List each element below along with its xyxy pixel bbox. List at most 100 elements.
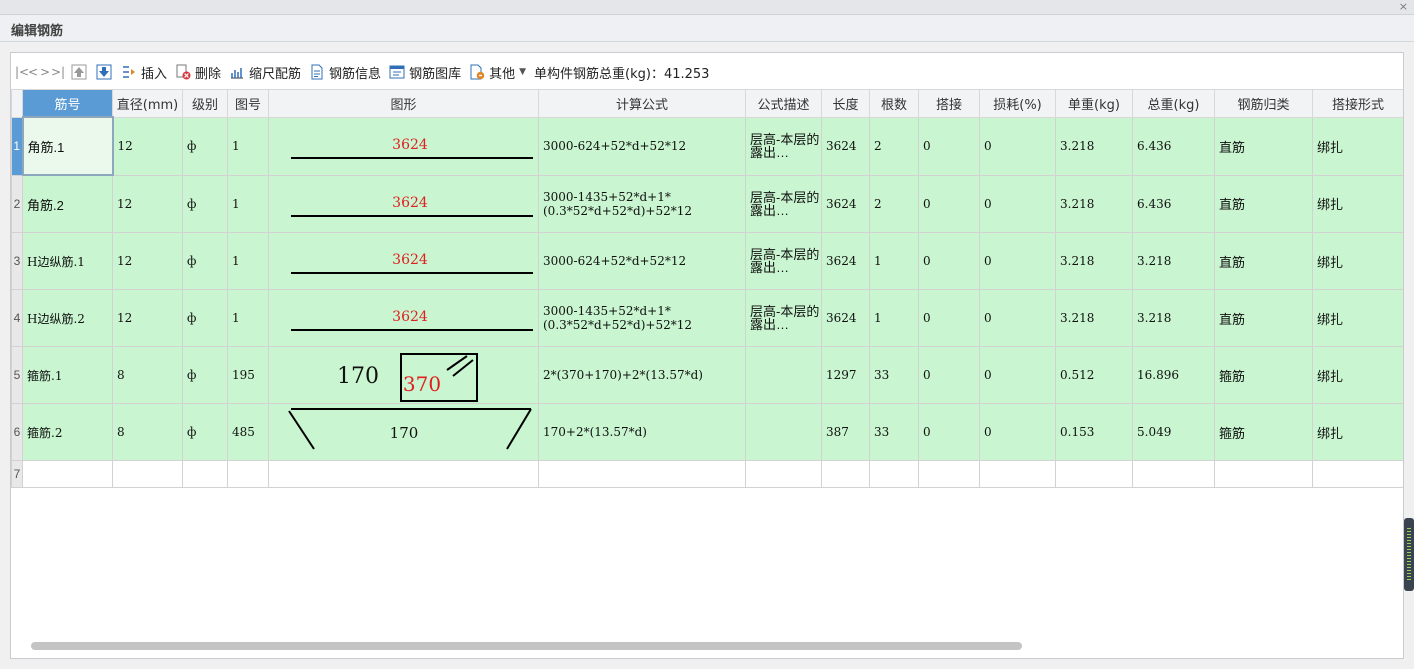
cell-category[interactable]: 直筋 [1214,232,1313,290]
cell-category[interactable]: 直筋 [1214,116,1313,176]
table-row-empty[interactable]: 7 [11,460,1403,488]
col-header-formula-desc[interactable]: 公式描述 [745,89,822,118]
up-arrow-icon[interactable] [71,64,87,80]
empty-cell[interactable] [1132,460,1215,488]
cell-length[interactable]: 3624 [821,289,870,347]
cell-shape[interactable]: 170 370 [268,346,539,404]
cell-figure-no[interactable]: 1 [227,174,269,233]
cell-shape[interactable]: 3624 [268,174,539,233]
col-header-bar-number[interactable]: 筋号 [22,89,113,118]
cell-total-weight[interactable]: 16.896 [1132,346,1215,404]
cell-total-weight[interactable]: 6.436 [1132,116,1215,176]
col-header-diameter[interactable]: 直径(mm) [112,89,183,118]
empty-cell[interactable] [821,460,870,488]
cell-formula-desc[interactable]: 层高-本层的露出… [745,232,822,290]
empty-cell[interactable] [538,460,746,488]
cell-count[interactable]: 1 [869,232,919,290]
row-number[interactable]: 7 [11,460,23,488]
empty-cell[interactable] [1055,460,1133,488]
cell-figure-no[interactable]: 485 [227,403,269,461]
cell-formula-desc[interactable] [745,346,822,404]
cell-loss[interactable]: 0 [979,403,1056,461]
row-number[interactable]: 1 [11,116,23,176]
cell-lap[interactable]: 0 [918,289,980,347]
cell-formula-desc[interactable] [745,403,822,461]
cell-unit-weight[interactable]: 3.218 [1055,174,1133,233]
cell-lap[interactable]: 0 [918,346,980,404]
cell-grade[interactable]: ф [182,289,228,347]
cell-formula-desc[interactable]: 层高-本层的露出… [745,289,822,347]
scrollbar-thumb[interactable] [31,642,1022,650]
empty-cell[interactable] [227,460,269,488]
cell-count[interactable]: 33 [869,346,919,404]
cell-formula[interactable]: 3000-1435+52*d+1*(0.3*52*d+52*d)+52*12 [538,289,746,347]
cell-unit-weight[interactable]: 3.218 [1055,232,1133,290]
col-header-loss[interactable]: 损耗(%) [979,89,1056,118]
col-header-unit-weight[interactable]: 单重(kg) [1055,89,1133,118]
cell-lap[interactable]: 0 [918,174,980,233]
cell-length[interactable]: 3624 [821,232,870,290]
cell-figure-no[interactable]: 195 [227,346,269,404]
empty-cell[interactable] [112,460,183,488]
cell-shape[interactable]: 3624 [268,232,539,290]
empty-cell[interactable] [1312,460,1403,488]
cell-unit-weight[interactable]: 3.218 [1055,116,1133,176]
empty-cell[interactable] [979,460,1056,488]
cell-bar-number[interactable]: H边纵筋.2 [22,289,113,347]
cell-length[interactable]: 3624 [821,116,870,176]
other-menu-button[interactable]: 其他 ▼ [469,63,526,82]
empty-cell[interactable] [745,460,822,488]
cell-shape[interactable]: 3624 [268,116,539,176]
col-header-length[interactable]: 长度 [821,89,870,118]
cell-bar-number[interactable]: 箍筋.1 [22,346,113,404]
empty-cell[interactable] [268,460,539,488]
cell-loss[interactable]: 0 [979,289,1056,347]
row-number[interactable]: 4 [11,289,23,347]
cell-shape[interactable]: 3624 [268,289,539,347]
table-row[interactable]: 1 角筋.1 12 ф 1 3624 3000-624+52*d+52*12 层… [11,116,1403,176]
cell-lap[interactable]: 0 [918,116,980,176]
cell-diameter[interactable]: 12 [112,116,183,176]
cell-lap-type[interactable]: 绑扎 [1312,232,1403,290]
cell-grade[interactable]: ф [182,232,228,290]
row-number[interactable]: 6 [11,403,23,461]
col-header-total-weight[interactable]: 总重(kg) [1132,89,1215,118]
cell-bar-number[interactable]: 角筋.2 [22,174,113,233]
cell-unit-weight[interactable]: 0.153 [1055,403,1133,461]
cell-category[interactable]: 箍筋 [1214,346,1313,404]
cell-length[interactable]: 387 [821,403,870,461]
prev-record-button[interactable]: < [27,65,39,79]
cell-lap[interactable]: 0 [918,232,980,290]
row-number[interactable]: 3 [11,232,23,290]
cell-count[interactable]: 33 [869,403,919,461]
row-number[interactable]: 5 [11,346,23,404]
cell-loss[interactable]: 0 [979,232,1056,290]
empty-cell[interactable] [22,460,113,488]
cell-grade[interactable]: ф [182,403,228,461]
insert-button[interactable]: 插入 [121,63,167,82]
rebar-info-button[interactable]: 钢筋信息 [309,63,381,82]
cell-loss[interactable]: 0 [979,174,1056,233]
cell-formula[interactable]: 3000-1435+52*d+1*(0.3*52*d+52*d)+52*12 [538,174,746,233]
cell-formula-desc[interactable]: 层高-本层的露出… [745,174,822,233]
cell-bar-number[interactable]: 角筋.1 [21,116,114,176]
table-row[interactable]: 2 角筋.2 12 ф 1 3624 3000-1435+52*d+1*(0.3… [11,174,1403,233]
col-header-figure-no[interactable]: 图号 [227,89,269,118]
cell-count[interactable]: 2 [869,174,919,233]
horizontal-scrollbar[interactable] [29,641,1403,651]
cell-count[interactable]: 1 [869,289,919,347]
cell-formula-desc[interactable]: 层高-本层的露出… [745,116,822,176]
cell-lap-type[interactable]: 绑扎 [1312,403,1403,461]
cell-length[interactable]: 3624 [821,174,870,233]
cell-formula[interactable]: 170+2*(13.57*d) [538,403,746,461]
next-record-button[interactable]: > [39,65,51,79]
table-row[interactable]: 5 箍筋.1 8 ф 195 170 370 2*(370+170)+2*(13… [11,346,1403,404]
cell-lap[interactable]: 0 [918,403,980,461]
cell-category[interactable]: 直筋 [1214,174,1313,233]
col-header-formula[interactable]: 计算公式 [538,89,746,118]
cell-loss[interactable]: 0 [979,346,1056,404]
empty-cell[interactable] [869,460,919,488]
col-header-count[interactable]: 根数 [869,89,919,118]
table-row[interactable]: 4 H边纵筋.2 12 ф 1 3624 3000-1435+52*d+1*(0… [11,289,1403,347]
cell-length[interactable]: 1297 [821,346,870,404]
